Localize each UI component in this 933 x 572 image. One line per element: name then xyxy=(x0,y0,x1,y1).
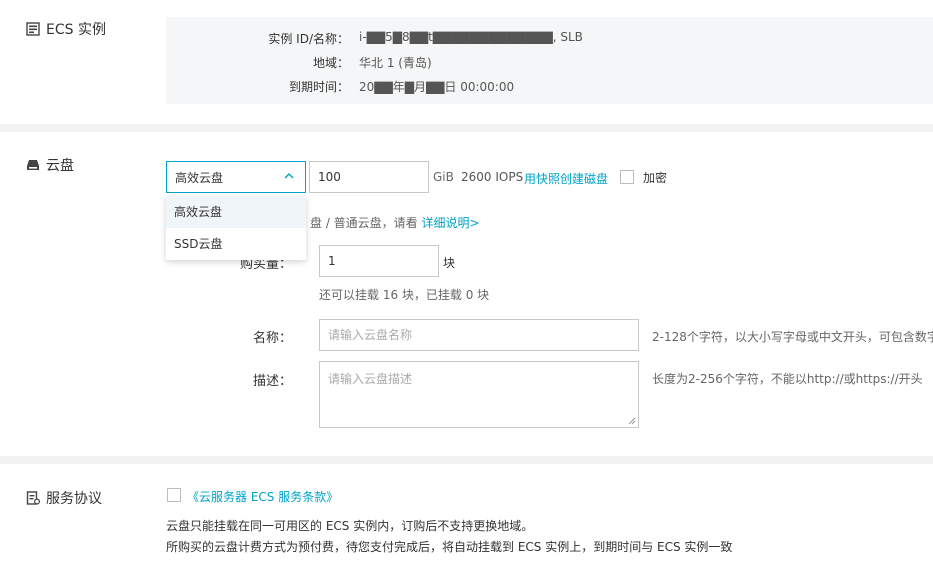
server-icon xyxy=(26,22,40,36)
agreement-note-1: 云盘只能挂载在同一可用区的 ECS 实例内，订购后不支持更换地域。 xyxy=(166,519,534,533)
disk-type-selected: 高效云盘 xyxy=(175,170,224,185)
ecs-region-value: 华北 1 (青岛) xyxy=(359,56,432,70)
quantity-unit: 块 xyxy=(443,256,456,270)
ecs-row-expire: 到期时间： 20▇▇年▇月▇▇日 00:00:00 xyxy=(166,78,514,95)
disk-iops: 2600 IOPS xyxy=(461,170,524,184)
disk-description-input[interactable] xyxy=(319,361,639,428)
disk-type-select[interactable]: 高效云盘 xyxy=(166,161,306,193)
ecs-id-label: 实例 ID/名称： xyxy=(268,32,349,46)
disk-type-detail-link[interactable]: 详细说明> xyxy=(422,216,480,230)
ecs-expire-value: 20▇▇年▇月▇▇日 00:00:00 xyxy=(359,80,515,94)
ecs-row-region: 地域： 华北 1 (青岛) xyxy=(166,54,432,71)
encrypt-checkbox[interactable] xyxy=(620,170,634,184)
disk-type-hint-text: 盘 / 普通云盘，请看 xyxy=(310,216,418,230)
disk-type-hint: 盘 / 普通云盘，请看 详细说明> xyxy=(310,214,480,231)
agreement-note-2: 所购买的云盘计费方式为预付费，待您支付完成后，将自动挂载到 ECS 实例上，到期… xyxy=(166,540,733,554)
agreement-section-title: 服务协议 xyxy=(26,488,102,508)
section-divider-2 xyxy=(0,456,933,464)
disk-section-label: 云盘 xyxy=(46,158,74,174)
disk-description-hint: 长度为2-256个字符，不能以http://或https://开头 xyxy=(652,372,923,386)
ecs-section-title: ECS 实例 xyxy=(26,19,106,39)
section-divider xyxy=(0,124,933,132)
disk-type-option-efficient[interactable]: 高效云盘 xyxy=(166,196,306,228)
ecs-expire-label: 到期时间： xyxy=(288,80,349,94)
disk-icon xyxy=(26,158,40,172)
ecs-terms-link[interactable]: 《云服务器 ECS 服务条款》 xyxy=(187,488,338,505)
quantity-hint: 还可以挂载 16 块，已挂载 0 块 xyxy=(319,288,490,302)
disk-size-unit: GiB xyxy=(433,170,454,184)
quantity-input[interactable] xyxy=(319,245,439,277)
agreement-section-label: 服务协议 xyxy=(46,491,102,507)
snapshot-create-link[interactable]: 用快照创建磁盘 xyxy=(524,170,608,187)
ecs-id-value: i-▇▇5▇8▇▇t▇▇▇▇▇▇▇▇▇▇▇▇▇, SLB xyxy=(359,30,583,44)
disk-name-input[interactable] xyxy=(319,319,639,351)
encrypt-label: 加密 xyxy=(643,171,668,185)
chevron-up-icon xyxy=(283,170,295,185)
ecs-region-label: 地域： xyxy=(312,56,349,70)
disk-type-option-ssd[interactable]: SSD云盘 xyxy=(166,228,306,260)
disk-size-input[interactable] xyxy=(309,161,429,193)
ecs-row-id: 实例 ID/名称： i-▇▇5▇8▇▇t▇▇▇▇▇▇▇▇▇▇▇▇▇, SLB xyxy=(166,30,583,47)
agreement-checkbox[interactable] xyxy=(167,488,181,502)
disk-name-hint: 2-128个字符，以大小写字母或中文开头，可包含数字 xyxy=(652,330,933,344)
description-label: 描述： xyxy=(252,374,292,389)
disk-section-title: 云盘 xyxy=(26,155,74,175)
ecs-section-label: ECS 实例 xyxy=(46,22,106,38)
name-label: 名称： xyxy=(252,331,292,346)
disk-type-dropdown: 高效云盘 SSD云盘 xyxy=(166,196,306,260)
document-icon xyxy=(26,491,40,505)
